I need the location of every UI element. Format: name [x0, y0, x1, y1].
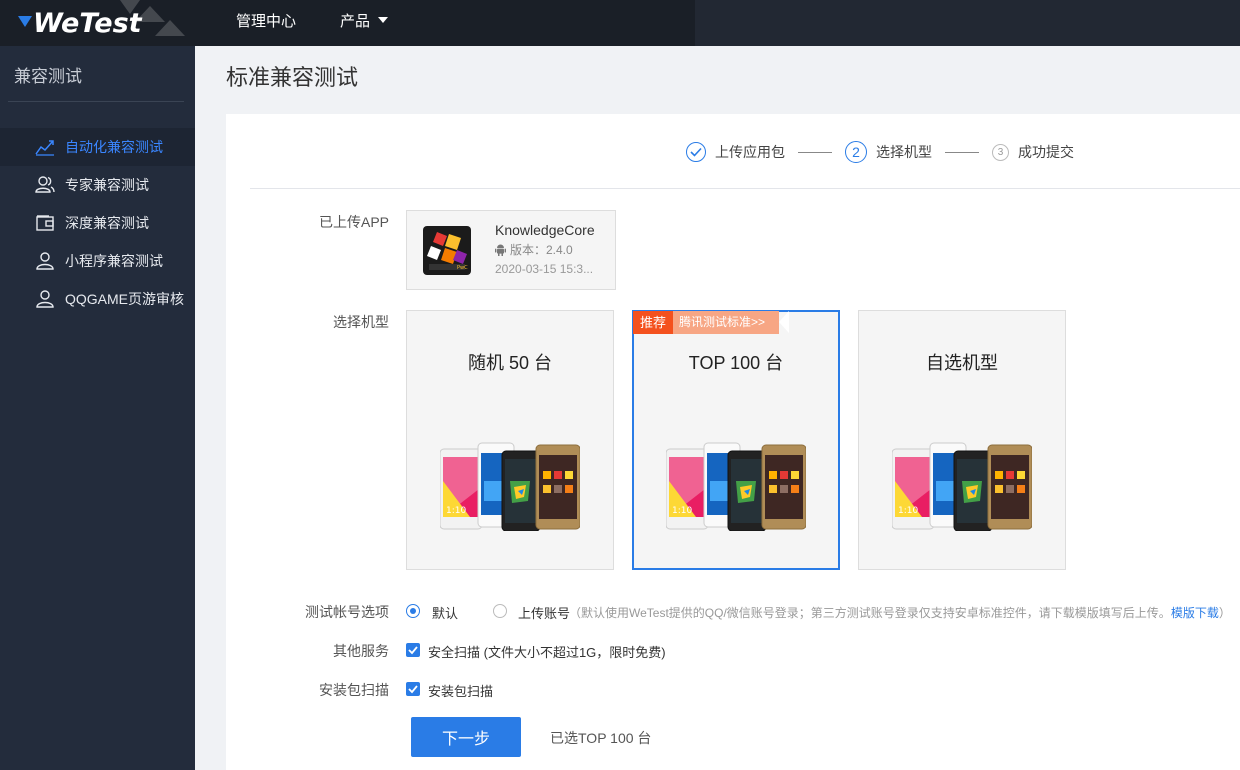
sidebar-item-label: 小程序兼容测试 [65, 253, 163, 269]
svg-text:1:10: 1:10 [898, 506, 918, 516]
account-hint-text: （默认使用WeTest提供的QQ/微信账号登录；第三方测试账号登录仅支持安卓标准… [569, 606, 1171, 620]
android-icon [495, 244, 506, 256]
step-3-number: 3 [992, 143, 1009, 161]
phones-illustration: 1:10 [892, 442, 1032, 531]
users-icon [34, 175, 56, 195]
recommend-badge[interactable]: 推荐 腾讯测试标准>> [633, 311, 790, 334]
nav-products-dropdown[interactable]: 产品 [340, 0, 389, 46]
choice-title: TOP 100 台 [688, 353, 784, 373]
progress-steps: 上传应用包 2 选择机型 3 成功提交 [686, 140, 1074, 164]
sidebar-item-label: 自动化兼容测试 [65, 139, 163, 155]
account-hint-end: ） [1218, 606, 1231, 620]
user-icon [34, 251, 56, 271]
sidebar-item-label: 专家兼容测试 [65, 177, 149, 193]
app-upload-date: 2020-03-15 15:3... [495, 262, 594, 276]
app-version-text: 版本：2.4.0 [510, 243, 573, 257]
topbar-right-area [695, 0, 1240, 46]
caret-down-icon [378, 17, 389, 23]
app-icon: PwC [423, 226, 471, 275]
svg-text:1:10: 1:10 [446, 506, 466, 516]
recommend-badge-label: 推荐 [633, 311, 674, 334]
checkmark-icon [408, 646, 418, 655]
checkmark-icon [408, 685, 418, 694]
user-icon [34, 289, 56, 309]
phones-illustration: 1:10 [666, 442, 806, 531]
sidebar-item-label: 深度兼容测试 [65, 215, 149, 231]
radio-upload-account[interactable] [493, 604, 507, 618]
step-1-label: 上传应用包 [715, 144, 785, 160]
app-name: KnowledgeCore [495, 222, 595, 238]
sidebar-item-qqgame-review[interactable]: QQGAME页游审核 [0, 280, 195, 318]
other-services-label: 其他服务 [333, 643, 389, 659]
uploaded-app-card[interactable]: PwC KnowledgeCore 版本：2.4.0 2020-03-15 15… [406, 210, 616, 290]
uploaded-app-label: 已上传APP [318, 214, 389, 230]
choice-random-50[interactable]: 随机 50 台 1:10 [406, 310, 614, 570]
radio-default-account[interactable] [406, 604, 420, 618]
radio-default-label: 默认 [432, 606, 459, 621]
package-scan-checkbox[interactable] [406, 682, 420, 696]
account-hint: （默认使用WeTest提供的QQ/微信账号登录；第三方测试账号登录仅支持安卓标准… [569, 604, 1231, 621]
template-download-link[interactable]: 模版下载 [1171, 606, 1219, 620]
choice-custom-models[interactable]: 自选机型 1:10 [858, 310, 1066, 570]
nav-admin-center-label: 管理中心 [236, 13, 297, 30]
step-2-number: 2 [845, 141, 867, 163]
package-scan-label: 安装包扫描 [319, 682, 389, 698]
wallet-icon [34, 213, 56, 233]
phones-illustration: 1:10 [440, 442, 580, 531]
line-chart-icon [34, 137, 56, 157]
wetest-logo[interactable]: WeTest [18, 6, 142, 40]
security-scan-label: 安全扫描 (文件大小不超过1G，限时免费) [428, 645, 666, 660]
logo-text: WeTest [33, 7, 142, 39]
account-option-label: 测试帐号选项 [305, 604, 389, 620]
step-connector [945, 151, 979, 153]
page-title: 标准兼容测试 [226, 65, 359, 90]
select-model-label: 选择机型 [333, 314, 389, 330]
app-version-row: 版本：2.4.0 [495, 241, 573, 258]
selected-summary: 已选TOP 100 台 [550, 730, 652, 746]
sidebar-divider [8, 101, 184, 102]
next-step-button[interactable]: 下一步 [411, 717, 521, 757]
sidebar-item-expert-compat[interactable]: 专家兼容测试 [0, 166, 195, 204]
sidebar-item-auto-compat[interactable]: 自动化兼容测试 [0, 128, 195, 166]
nav-products-label: 产品 [340, 13, 371, 30]
sidebar-item-label: QQGAME页游审核 [65, 291, 185, 307]
sidebar: 兼容测试 自动化兼容测试 专家兼容测试 深度兼容测试 小程序兼容测试 QQGAM… [0, 46, 195, 770]
sidebar-item-miniprogram-compat[interactable]: 小程序兼容测试 [0, 242, 195, 280]
sidebar-item-deep-compat[interactable]: 深度兼容测试 [0, 204, 195, 242]
steps-divider [250, 188, 1240, 189]
step-connector [798, 151, 832, 153]
logo-mark-icon [18, 16, 32, 27]
nav-admin-center[interactable]: 管理中心 [236, 0, 296, 46]
choice-title: 自选机型 [926, 353, 998, 373]
step-3-label: 成功提交 [1018, 144, 1074, 160]
sidebar-title: 兼容测试 [14, 67, 82, 86]
security-scan-checkbox[interactable] [406, 643, 420, 657]
package-scan-option-label: 安装包扫描 [428, 684, 494, 699]
choice-top-100[interactable]: 推荐 腾讯测试标准>> TOP 100 台 1:10 [632, 310, 840, 570]
step-2-label: 选择机型 [876, 144, 932, 160]
check-icon [686, 142, 706, 162]
top-navbar: WeTest 管理中心 产品 [0, 0, 1240, 46]
svg-text:PwC: PwC [457, 265, 468, 271]
svg-text:1:10: 1:10 [672, 506, 692, 516]
radio-upload-label: 上传账号 [518, 606, 571, 621]
choice-title: 随机 50 台 [467, 353, 553, 373]
main-panel: 上传应用包 2 选择机型 3 成功提交 已上传APP PwC Knowledge… [226, 114, 1240, 770]
tencent-standard-link[interactable]: 腾讯测试标准>> [673, 311, 790, 334]
